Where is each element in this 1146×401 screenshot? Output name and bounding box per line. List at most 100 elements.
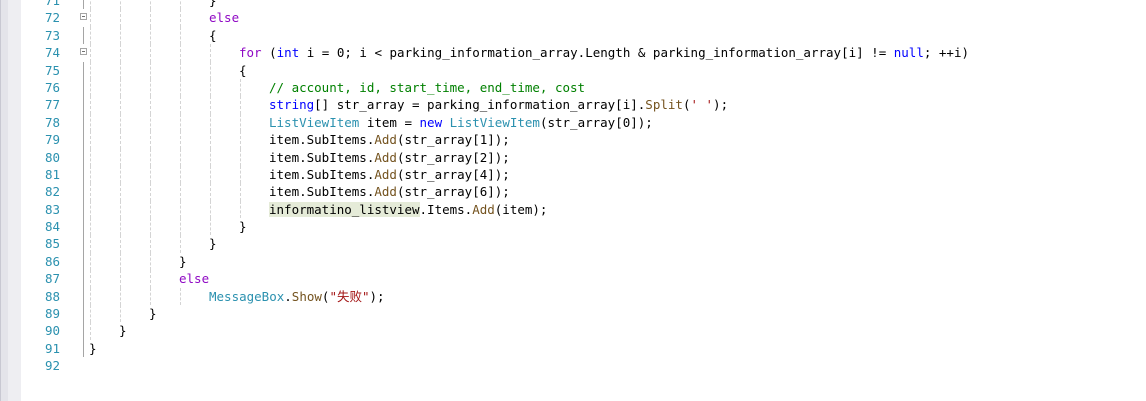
code-line[interactable]: 73 { xyxy=(0,26,1146,45)
code-editor[interactable]: 71} 72 else 73{74 for (int i = 0; i < parkin… xyxy=(0,0,1146,375)
code-line[interactable]: 79 item.SubItems.Add(str_array[1]); xyxy=(0,131,1146,149)
indent-guide xyxy=(90,0,91,10)
outline-line xyxy=(83,78,84,97)
code-line[interactable]: 75 { xyxy=(0,61,1146,79)
code-text: } xyxy=(179,253,187,270)
indent-guide xyxy=(120,270,121,288)
code-token: ; ++i) xyxy=(923,45,970,61)
indent-guide xyxy=(90,305,91,323)
code-line[interactable]: 77 string[] str_array = parking_informati… xyxy=(0,96,1146,114)
indent-guide xyxy=(90,131,91,149)
code-text: } xyxy=(119,322,127,339)
indent-guide xyxy=(210,44,211,62)
indent-guide xyxy=(120,218,121,236)
code-line[interactable]: 91} xyxy=(0,339,1146,358)
indent-guide xyxy=(150,200,151,219)
code-line[interactable]: 72 else xyxy=(0,9,1146,27)
code-text: informatino_listview.Items.Add(item); xyxy=(269,201,547,218)
line-number: 88 xyxy=(44,288,60,304)
code-line[interactable]: 74 for (int i = 0; i < parking_informatio… xyxy=(0,44,1146,62)
code-text: } xyxy=(149,305,157,322)
code-token: ); xyxy=(369,288,385,304)
outline-line xyxy=(83,96,84,114)
line-number: 75 xyxy=(44,62,60,78)
indent-guide xyxy=(210,183,211,201)
indent-guide xyxy=(120,287,121,306)
code-line[interactable]: 92 xyxy=(0,357,1146,374)
code-line[interactable]: 89} xyxy=(0,305,1146,323)
code-token: else xyxy=(179,271,210,287)
indent-guide xyxy=(120,305,121,323)
code-token: Add xyxy=(472,201,495,217)
indent-guide xyxy=(210,113,211,132)
code-text: { xyxy=(209,27,217,44)
code-line[interactable]: 82 item.SubItems.Add(str_array[6]); xyxy=(0,183,1146,201)
outline-line xyxy=(83,165,84,184)
code-token: ( xyxy=(261,45,277,61)
collapse-icon[interactable] xyxy=(80,13,87,21)
outline-line xyxy=(83,287,84,306)
indent-guide xyxy=(180,131,181,149)
code-line[interactable]: 71} xyxy=(0,0,1146,10)
line-number: 83 xyxy=(44,201,60,217)
indent-guide xyxy=(240,165,241,184)
indent-guide xyxy=(150,165,151,184)
indent-guide xyxy=(180,200,181,219)
code-token: else xyxy=(209,10,240,26)
indent-guide xyxy=(120,252,121,271)
outline-line xyxy=(83,252,84,271)
code-line[interactable]: 81 item.SubItems.Add(str_array[4]); xyxy=(0,165,1146,184)
code-token: MessageBox xyxy=(209,288,285,304)
outline-line xyxy=(83,235,84,253)
code-token: informatino_listview xyxy=(269,201,420,217)
line-number: 90 xyxy=(44,323,60,339)
code-text: ListViewItem item = new ListViewItem(str… xyxy=(269,114,653,131)
code-line[interactable]: 76 // account, id, start_time, end_time, … xyxy=(0,78,1146,97)
code-token: Add xyxy=(374,149,397,165)
code-token: null xyxy=(893,45,924,61)
code-line[interactable]: 84} xyxy=(0,218,1146,236)
code-token: "失败" xyxy=(329,288,370,304)
indent-guide xyxy=(90,26,91,45)
indent-guide xyxy=(210,148,211,166)
code-line[interactable]: 86} xyxy=(0,252,1146,271)
code-line[interactable]: 90} xyxy=(0,322,1146,340)
indent-guide xyxy=(150,0,151,10)
indent-guide xyxy=(120,235,121,253)
indent-guide xyxy=(120,183,121,201)
code-token: ); xyxy=(713,97,729,113)
line-number: 71 xyxy=(44,0,60,8)
indent-guide xyxy=(240,78,241,97)
code-token: Add xyxy=(374,132,397,148)
code-line[interactable]: 78 ListViewItem item = new ListViewItem(s… xyxy=(0,113,1146,132)
code-line[interactable]: 88 MessageBox.Show("失败"); xyxy=(0,287,1146,306)
line-number: 91 xyxy=(44,340,60,356)
indent-guide xyxy=(210,131,211,149)
code-token: item.SubItems. xyxy=(269,132,375,148)
indent-guide xyxy=(120,9,121,27)
line-number: 82 xyxy=(44,184,60,200)
indent-guide xyxy=(90,270,91,288)
outline-line xyxy=(83,183,84,201)
indent-guide xyxy=(90,148,91,166)
code-token: ' ' xyxy=(690,97,714,113)
code-line[interactable]: 80 item.SubItems.Add(str_array[2]); xyxy=(0,148,1146,166)
code-token: . xyxy=(284,288,292,304)
code-text: } xyxy=(209,235,217,252)
code-token: (item); xyxy=(494,201,548,217)
code-token: .Items. xyxy=(419,201,473,217)
code-line[interactable]: 87 else xyxy=(0,270,1146,288)
outline-line xyxy=(83,339,84,358)
indent-guide xyxy=(120,200,121,219)
line-number: 77 xyxy=(44,97,60,113)
code-line[interactable]: 83 informatino_listview.Items.Add(item); xyxy=(0,200,1146,219)
code-token: string xyxy=(269,97,315,113)
collapse-icon[interactable] xyxy=(80,48,87,56)
code-line[interactable]: 85} xyxy=(0,235,1146,253)
indent-guide xyxy=(150,287,151,306)
line-number: 92 xyxy=(44,358,60,374)
indent-guide xyxy=(90,200,91,219)
indent-guide xyxy=(150,270,151,288)
indent-guide xyxy=(150,252,151,271)
line-number: 84 xyxy=(44,219,60,235)
